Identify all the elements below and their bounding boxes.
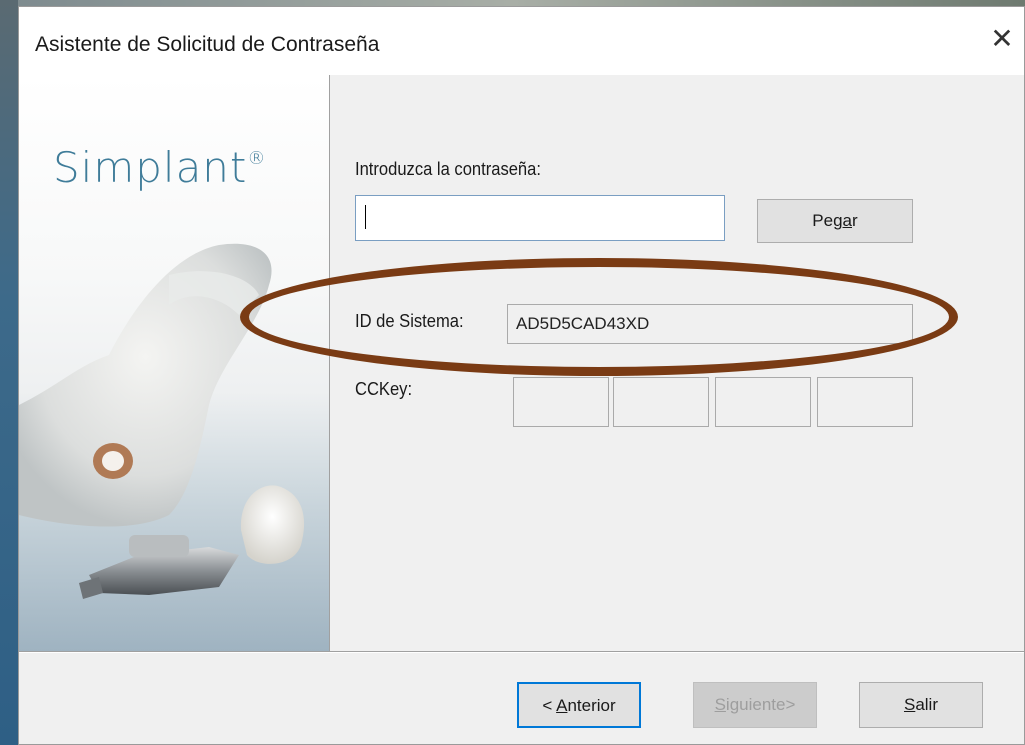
exit-label-accel: S bbox=[903, 695, 916, 714]
registered-mark: ® bbox=[247, 148, 267, 169]
desktop-background bbox=[0, 0, 18, 745]
password-label: Introduzca la contraseña: bbox=[355, 159, 541, 179]
password-wizard-dialog: Asistente de Solicitud de Contraseña ✕ S… bbox=[18, 6, 1025, 745]
next-label-accel: S bbox=[714, 695, 726, 714]
text-caret bbox=[365, 205, 366, 229]
cckey-field-2[interactable] bbox=[613, 377, 709, 427]
back-label-post: nterior bbox=[567, 696, 616, 715]
next-label-post: iguiente> bbox=[725, 695, 796, 714]
back-label-accel: A bbox=[556, 696, 568, 715]
back-button[interactable]: < Anterior bbox=[517, 682, 641, 728]
paste-label-accel: a bbox=[842, 211, 853, 230]
cckey-field-1[interactable] bbox=[513, 377, 609, 427]
brand-name: Simplant bbox=[53, 143, 248, 192]
paste-label-post: r bbox=[852, 211, 858, 230]
next-button: Siguiente> bbox=[693, 682, 817, 728]
window-title: Asistente de Solicitud de Contraseña bbox=[35, 33, 380, 56]
back-label-pre: < bbox=[542, 696, 557, 715]
close-icon[interactable]: ✕ bbox=[980, 19, 1024, 63]
exit-button[interactable]: Salir bbox=[859, 682, 983, 728]
cckey-field-3[interactable] bbox=[715, 377, 811, 427]
footer-divider bbox=[19, 651, 1024, 653]
password-input[interactable] bbox=[355, 195, 725, 241]
exit-label-post: alir bbox=[915, 695, 938, 714]
system-id-label: ID de Sistema: bbox=[355, 311, 464, 331]
cckey-field-4[interactable] bbox=[817, 377, 913, 427]
form-area: Introduzca la contraseña: Pegar ID de Si… bbox=[329, 75, 1025, 651]
paste-label-pre: Peg bbox=[812, 211, 843, 230]
paste-button[interactable]: Pegar bbox=[757, 199, 913, 243]
dental-implant-image bbox=[19, 243, 305, 599]
title-bar: Asistente de Solicitud de Contraseña ✕ bbox=[19, 7, 1024, 75]
side-banner: Simplant® bbox=[19, 75, 330, 651]
system-id-field[interactable]: AD5D5CAD43XD bbox=[507, 304, 913, 344]
brand-logo: Simplant® bbox=[53, 143, 266, 192]
cckey-label: CCKey: bbox=[355, 379, 413, 399]
